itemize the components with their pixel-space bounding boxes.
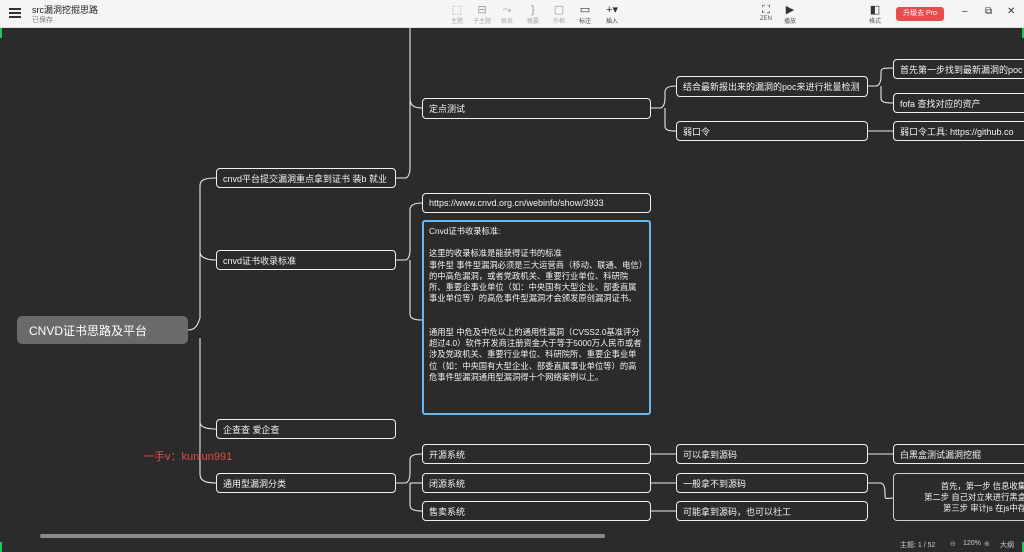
step-line: 首先，第一步 信息收集	[940, 480, 1024, 491]
topic-get-source[interactable]: 可以拿到源码	[676, 444, 868, 464]
topic-steps[interactable]: 首先，第一步 信息收集 第二步 自己对立来进行黑盒 第三步 审计js 在js中存	[893, 473, 1024, 521]
root-topic[interactable]: CNVD证书思路及平台	[17, 316, 188, 344]
status-bar: 主题: 1 / 52 ⊖ 120% ⊕ 大纲	[0, 538, 1024, 552]
topic-closed-source[interactable]: 闭源系统	[422, 473, 651, 493]
topic-maybe-source[interactable]: 可能拿到源码，也可以社工	[676, 501, 868, 521]
topic-count: 主题: 1 / 52	[900, 542, 936, 549]
textbox-heading: Cnvd证书收录标准:	[429, 226, 501, 236]
menu-icon[interactable]	[9, 8, 21, 18]
upgrade-pro-button[interactable]: 升级去 Pro	[896, 7, 944, 21]
branch-vuln-types[interactable]: 通用型漏洞分类	[216, 473, 396, 493]
format-panel-icon: ◧	[869, 4, 881, 16]
branch-cnvd-submit[interactable]: cnvd平台提交漏洞重点拿到证书 装b 就业	[216, 168, 396, 188]
play-icon: ▶	[785, 4, 795, 16]
zoom-minus-icon[interactable]: ⊖	[950, 540, 956, 548]
maximize-icon[interactable]: ⧉	[985, 6, 992, 17]
branch-qichacha[interactable]: 企查查 爱企查	[216, 419, 396, 439]
step-line: 第二步 自己对立来进行黑盒	[924, 491, 1024, 502]
textbox-para2: 通用型 中危及中危以上的通用性漏洞（CVSS2.0基准评分超过4.0）软件开发商…	[429, 326, 642, 382]
save-status: 已保存	[32, 17, 53, 24]
topic-weak-password[interactable]: 弱口令	[676, 121, 868, 141]
callout-tool[interactable]: ▭ 标注	[570, 4, 600, 25]
topic-weak-password-tool[interactable]: 弱口令工具: https://github.co	[893, 121, 1024, 141]
mindmap-canvas[interactable]: CNVD证书思路及平台 cnvd平台提交漏洞重点拿到证书 装b 就业 cnvd证…	[0, 28, 1024, 552]
callout-icon: ▭	[579, 4, 591, 16]
topic-fixed-test[interactable]: 定点测试	[422, 98, 651, 119]
topic-find-latest-poc[interactable]: 首先第一步找到最新漏洞的poc	[893, 59, 1024, 79]
close-icon[interactable]: ✕	[1007, 6, 1015, 17]
topic-whitebox-test[interactable]: 白黑盒测试漏洞挖掘	[893, 444, 1024, 464]
selected-topic-cnvd-standard-text[interactable]: Cnvd证书收录标准: 这里的收录标准是能获得证书的标准 事件型 事件型漏洞必须…	[422, 220, 651, 415]
play-button[interactable]: ▶ 播放	[775, 4, 805, 25]
topic-no-source[interactable]: 一般拿不到源码	[676, 473, 868, 493]
minimize-icon[interactable]: –	[962, 6, 968, 17]
step-line: 第三步 审计js 在js中存	[943, 502, 1024, 513]
corner-marker	[0, 28, 2, 38]
outline-button[interactable]: 大纲	[1000, 540, 1014, 550]
insert-tool[interactable]: +▾ 插入	[597, 4, 627, 25]
format-button[interactable]: ◧ 格式	[860, 4, 890, 25]
watermark-text: 一手v：kunlun991	[143, 451, 233, 463]
topic-open-source[interactable]: 开源系统	[422, 444, 651, 464]
zoom-plus-icon[interactable]: ⊕	[984, 540, 990, 548]
corner-marker	[0, 542, 2, 552]
insert-icon: +▾	[606, 4, 618, 16]
topic-fofa-assets[interactable]: fofa 查找对应的资产	[893, 93, 1024, 113]
title-bar: src漏洞挖掘思路 已保存 ⬚ 主题 ⊟ 子主题 ⤳ 联系 } 概要 ▢ 外框 ▭ 标注 +…	[0, 0, 1024, 28]
zoom-level[interactable]: 120%	[963, 540, 981, 547]
topic-sold-system[interactable]: 售卖系统	[422, 501, 651, 521]
topic-poc-batch-check[interactable]: 结合最新报出来的漏洞的poc来进行批量检测	[676, 76, 868, 97]
branch-cnvd-standard[interactable]: cnvd证书收录标准	[216, 250, 396, 270]
textbox-para1: 这里的收录标准是能获得证书的标准 事件型 事件型漏洞必须是三大运营商（移动、联通…	[429, 248, 643, 304]
topic-cnvd-url[interactable]: https://www.cnvd.org.cn/webinfo/show/393…	[422, 193, 651, 213]
